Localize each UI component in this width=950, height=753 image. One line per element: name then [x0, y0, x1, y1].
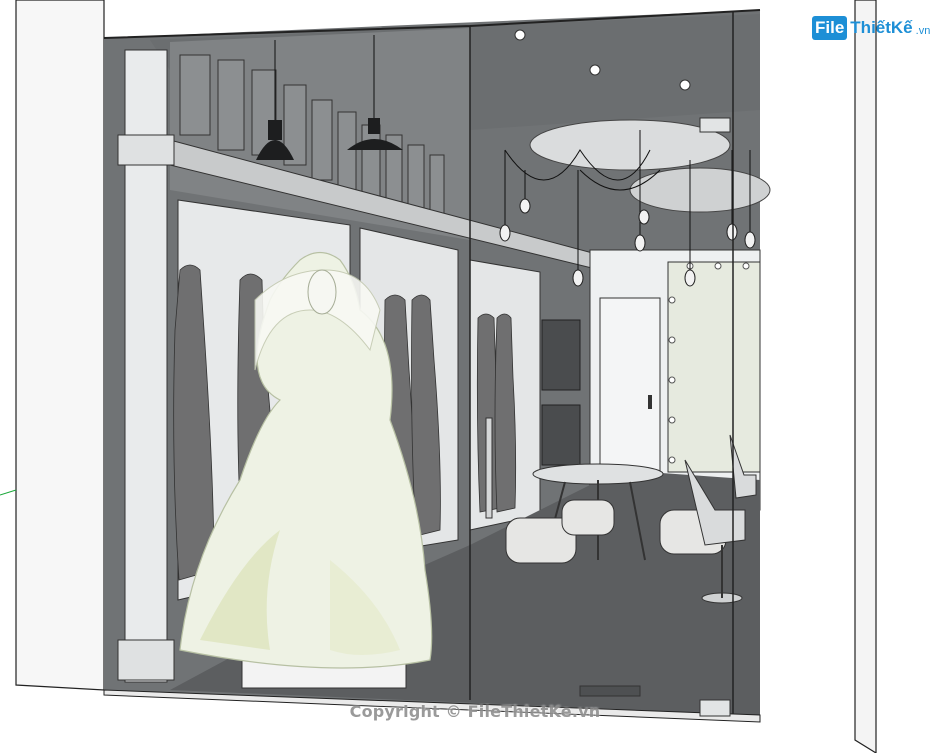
- logo-mark: File: [812, 16, 848, 40]
- logo-text: ThiếtKế: [850, 18, 913, 37]
- bulb-8: [744, 231, 756, 249]
- storefront-scene: [0, 0, 950, 753]
- filethietke-logo: File ThiếtKế .vn: [812, 14, 930, 42]
- suit-rack-bottom: [541, 404, 581, 466]
- bulb-3: [572, 269, 584, 287]
- door-handle[interactable]: [485, 417, 493, 519]
- facade-left-pillar: [15, 0, 105, 691]
- mannequin-head: [307, 269, 337, 315]
- floor-patch-fitting: [699, 699, 731, 717]
- copyright-watermark: Copyright © FileThietKe.vn: [349, 702, 601, 721]
- back-door[interactable]: [599, 297, 661, 479]
- bulb-2: [519, 198, 531, 214]
- bulb-6: [684, 269, 696, 287]
- bulb-7: [726, 223, 738, 241]
- door-patch-fitting: [699, 117, 731, 133]
- bulb-4: [634, 234, 646, 252]
- bulb-5: [638, 209, 650, 225]
- ceiling-dome-2: [629, 167, 771, 213]
- facade-right-pillar: [854, 0, 877, 753]
- logo-domain: .vn: [915, 25, 931, 37]
- suit-rack-top: [541, 319, 581, 391]
- vanity-mirror: [667, 261, 761, 473]
- bulb-1: [499, 224, 511, 242]
- stool-2: [561, 499, 615, 536]
